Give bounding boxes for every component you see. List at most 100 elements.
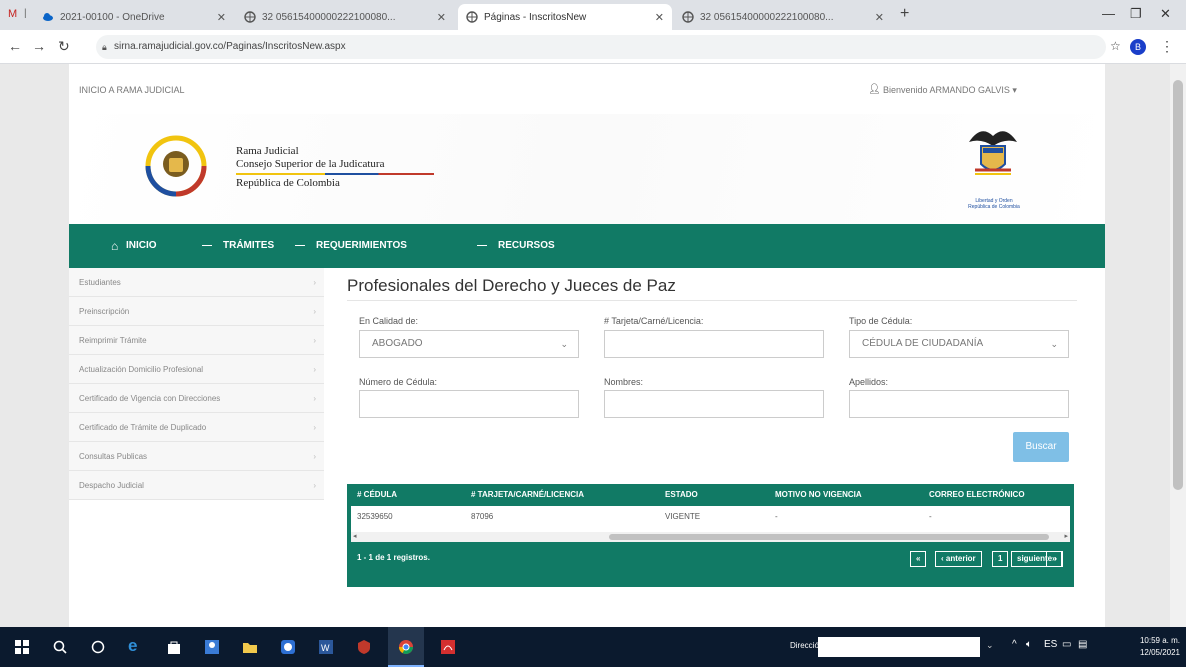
table-cell: 32539650	[357, 512, 393, 521]
calidad-select[interactable]: ABOGADO ⌄	[359, 330, 579, 358]
sidebar-item-actualizacion[interactable]: Actualización Domicilio Profesional ›	[69, 355, 324, 384]
sidebar-item-certificado-vigencia[interactable]: Certificado de Vigencia con Direcciones ›	[69, 384, 324, 413]
volume-icon[interactable]: 🔈︎	[1026, 639, 1032, 650]
tab-onedrive[interactable]: 2021-00100 - OneDrive ✕	[34, 4, 234, 30]
current-page[interactable]: 1	[992, 551, 1009, 567]
nav-inicio[interactable]: INICIO	[126, 224, 157, 268]
table-cell: -	[775, 512, 778, 521]
table-horizontal-scrollbar[interactable]: ◂ ▸	[351, 532, 1070, 542]
chrome-taskbar-active[interactable]	[388, 627, 424, 667]
reload-icon[interactable]: ↻	[58, 38, 70, 55]
sidebar-item-estudiantes[interactable]: Estudiantes ›	[69, 268, 324, 297]
logo-line-2: Consejo Superior de la Judicatura	[236, 158, 385, 170]
logo-line-3: República de Colombia	[236, 177, 340, 189]
nav-tramites[interactable]: TRÁMITES	[223, 224, 274, 268]
sidebar-item-label: Certificado de Trámite de Duplicado	[79, 423, 207, 432]
store-icon[interactable]	[166, 639, 182, 655]
tab-inscritos[interactable]: Páginas - InscritosNew ✕	[458, 4, 672, 30]
notification-icon[interactable]: ▤	[1078, 639, 1087, 650]
scroll-left-icon[interactable]: ◂	[353, 532, 357, 540]
messaging-icon[interactable]	[280, 639, 296, 655]
tipo-cedula-value: CÉDULA DE CIUDADANÍA	[862, 338, 984, 349]
close-icon[interactable]: ✕	[437, 11, 446, 24]
apellidos-input[interactable]	[849, 390, 1069, 418]
window-close-icon[interactable]: ✕	[1160, 6, 1171, 22]
crest-caption: Libertad y Orden República de Colombia	[968, 198, 1020, 210]
column-header[interactable]: ESTADO	[665, 484, 698, 506]
first-page-button[interactable]: «	[910, 551, 927, 567]
nav-recursos[interactable]: RECURSOS	[498, 224, 555, 268]
sidebar-item-label: Reimprimir Trámite	[79, 336, 147, 345]
home-icon[interactable]: ⌂	[111, 224, 118, 268]
nav-separator: —	[295, 240, 305, 251]
results-table: # CÉDULA # TARJETA/CARNÉ/LICENCIA ESTADO…	[347, 484, 1074, 587]
page-scroll-thumb[interactable]	[1173, 80, 1183, 490]
clock-date: 12/05/2021	[1139, 648, 1180, 657]
star-icon[interactable]: ☆	[1110, 39, 1121, 53]
new-tab-icon[interactable]: +	[900, 5, 909, 23]
home-rama-link[interactable]: INICIO A RAMA JUDICIAL	[79, 85, 185, 95]
scroll-thumb[interactable]	[609, 534, 1049, 540]
sidebar-item-despacho[interactable]: Despacho Judicial ›	[69, 471, 324, 500]
close-icon[interactable]: ✕	[217, 11, 226, 24]
taskbar-address-input[interactable]	[818, 637, 980, 657]
chevron-down-icon[interactable]: ⌄	[986, 640, 994, 651]
people-icon[interactable]	[204, 639, 220, 655]
column-header[interactable]: CORREO ELECTRÓNICO	[929, 484, 1025, 506]
tab-process-1[interactable]: 32 05615400000222100080... ✕	[236, 4, 454, 30]
sidebar-item-certificado-duplicado[interactable]: Certificado de Trámite de Duplicado ›	[69, 413, 324, 442]
chevron-right-icon: ›	[313, 307, 316, 316]
rama-judicial-logo[interactable]	[144, 134, 208, 198]
sidebar-item-consultas[interactable]: Consultas Publicas ›	[69, 442, 324, 471]
column-header[interactable]: MOTIVO NO VIGENCIA	[775, 484, 862, 506]
word-icon[interactable]: W	[318, 639, 334, 655]
close-icon[interactable]: ✕	[655, 11, 664, 24]
previous-page-button[interactable]: ‹ anterior	[935, 551, 982, 567]
sidebar-item-reimprimir[interactable]: Reimprimir Trámite ›	[69, 326, 324, 355]
edge-icon[interactable]: e	[128, 636, 144, 655]
forward-arrow-icon[interactable]: →	[32, 38, 46, 54]
search-button[interactable]: Buscar	[1013, 432, 1069, 462]
chevron-right-icon: ›	[313, 365, 316, 374]
shield-app-icon[interactable]	[356, 639, 372, 655]
close-icon[interactable]: ✕	[875, 11, 884, 24]
kebab-menu-icon[interactable]: ⋮	[1160, 38, 1174, 55]
sidebar-item-label: Certificado de Vigencia con Direcciones	[79, 394, 221, 403]
gmail-icon[interactable]: M	[8, 8, 17, 20]
welcome-user-menu[interactable]: Bienvenido ARMANDO GALVIS ▾	[883, 85, 1017, 96]
chrome-icon	[399, 640, 413, 654]
sidebar-item-preinscripcion[interactable]: Preinscripción ›	[69, 297, 324, 326]
column-header[interactable]: # CÉDULA	[357, 484, 397, 506]
tray-up-icon[interactable]: ^	[1012, 639, 1017, 650]
web-page: INICIO A RAMA JUDICIAL 👤︎ Bienvenido ARM…	[0, 64, 1170, 627]
globe-icon	[682, 11, 694, 23]
nav-requerimientos[interactable]: REQUERIMIENTOS	[316, 224, 407, 268]
tab-process-2[interactable]: 32 05615400000222100080... ✕	[674, 4, 892, 30]
pdf-icon[interactable]	[440, 639, 456, 655]
calidad-label: En Calidad de:	[359, 316, 419, 326]
sidebar-menu: Estudiantes › Preinscripción › Reimprimir …	[69, 268, 324, 538]
svg-text:W: W	[321, 643, 330, 653]
tarjeta-input[interactable]	[604, 330, 824, 358]
restore-icon[interactable]: ❐	[1130, 6, 1142, 22]
nombres-input[interactable]	[604, 390, 824, 418]
scroll-right-icon[interactable]: ▸	[1064, 532, 1068, 540]
profile-avatar[interactable]: B	[1130, 39, 1146, 55]
tipo-cedula-select[interactable]: CÉDULA DE CIUDADANÍA ⌄	[849, 330, 1069, 358]
network-icon[interactable]: ▭	[1062, 639, 1071, 650]
last-page-button[interactable]: »	[1046, 551, 1063, 567]
chevron-right-icon: ›	[313, 481, 316, 490]
language-icon[interactable]: ES	[1044, 639, 1057, 650]
calidad-value: ABOGADO	[372, 338, 423, 349]
column-header[interactable]: # TARJETA/CARNÉ/LICENCIA	[471, 484, 584, 506]
cloud-icon	[43, 13, 53, 21]
search-icon[interactable]	[52, 639, 68, 655]
numero-cedula-input[interactable]	[359, 390, 579, 418]
url-field[interactable]: 🔒︎ sirna.ramajudicial.gov.co/Paginas/Ins…	[96, 35, 1106, 59]
task-view-icon[interactable]	[90, 639, 106, 655]
taskbar-clock[interactable]: 10:59 a. m. 12/05/2021	[1140, 635, 1180, 659]
windows-start-icon[interactable]	[14, 639, 30, 655]
back-arrow-icon[interactable]: ←	[8, 38, 22, 54]
minimize-icon[interactable]: —	[1102, 6, 1115, 21]
folder-icon[interactable]	[242, 639, 258, 655]
